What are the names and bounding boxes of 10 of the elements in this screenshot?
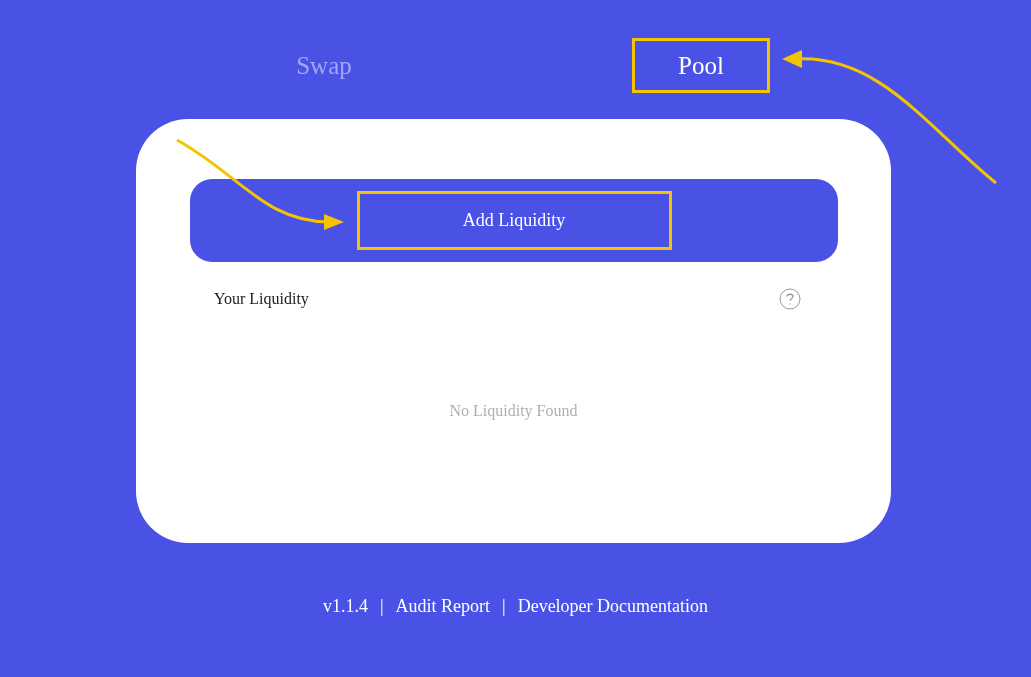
- footer-link[interactable]: Developer Documentation: [517, 593, 709, 620]
- separator: |: [502, 595, 506, 618]
- section-title: Your Liquidity: [214, 289, 309, 310]
- footer-link[interactable]: Audit Report: [395, 593, 491, 620]
- version-text: v1.1.4: [322, 595, 368, 618]
- nav-tab[interactable]: Pool: [632, 38, 770, 93]
- separator: |: [379, 595, 384, 618]
- empty-message: No Liquidity Found: [449, 401, 578, 422]
- add-liquidity-button[interactable]: Add Liquidity: [356, 191, 672, 250]
- help-icon[interactable]: [779, 288, 801, 310]
